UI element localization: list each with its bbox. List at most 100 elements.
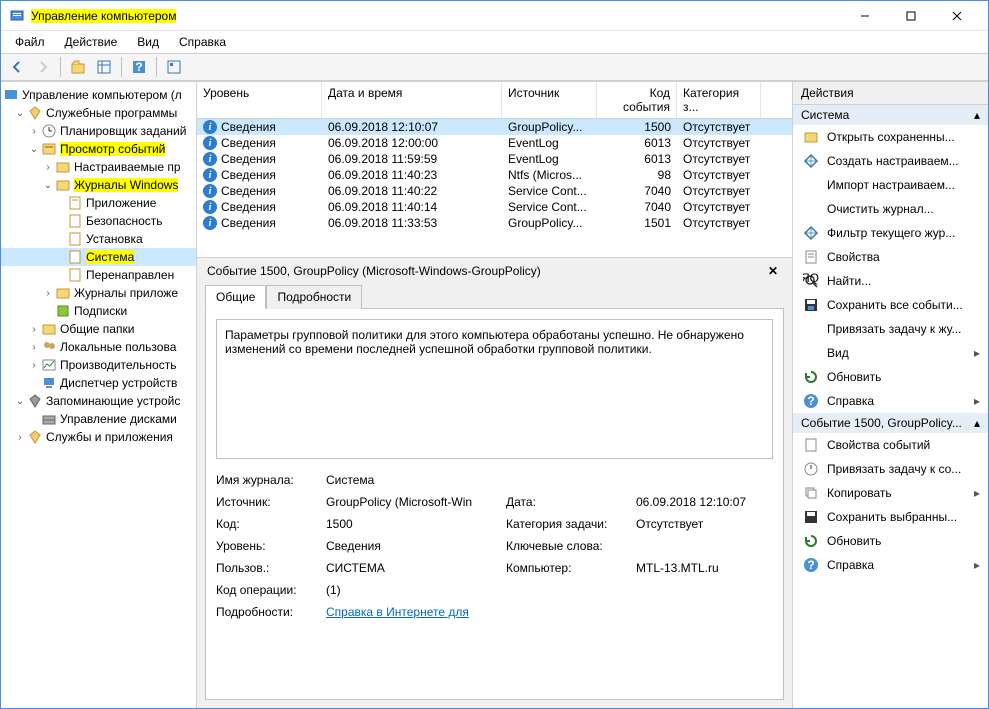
- action-item[interactable]: Привязать задачу к со...: [793, 457, 988, 481]
- table-row[interactable]: iСведения 06.09.2018 11:59:59 EventLog 6…: [197, 151, 792, 167]
- action-icon: [803, 509, 819, 525]
- tree-applogs[interactable]: ›Журналы приложе: [1, 284, 196, 302]
- actions-section-event[interactable]: Событие 1500, GroupPolicy...▴: [793, 413, 988, 433]
- help-link[interactable]: Справка в Интернете для: [326, 605, 469, 619]
- tree-storage[interactable]: ⌄Запоминающие устройс: [1, 392, 196, 410]
- menu-help[interactable]: Справка: [171, 33, 234, 51]
- up-button[interactable]: [66, 55, 90, 79]
- action-item[interactable]: ЯQНайти...: [793, 269, 988, 293]
- header-source[interactable]: Источник: [502, 82, 597, 118]
- action-item[interactable]: Свойства: [793, 245, 988, 269]
- menu-view[interactable]: Вид: [129, 33, 167, 51]
- tree-label: Безопасность: [86, 214, 163, 228]
- chevron-right-icon: ▸: [974, 394, 980, 408]
- action-icon: [803, 485, 819, 501]
- tree-label: Просмотр событий: [60, 142, 165, 156]
- tree-forwarded[interactable]: Перенаправлен: [1, 266, 196, 284]
- tree-scheduler[interactable]: ›Планировщик заданий: [1, 122, 196, 140]
- tree-eventviewer[interactable]: ⌄Просмотр событий: [1, 140, 196, 158]
- tree-label: Службы и приложения: [46, 430, 173, 444]
- action-item[interactable]: Сохранить выбранны...: [793, 505, 988, 529]
- tree-perf[interactable]: ›Производительность: [1, 356, 196, 374]
- action-item[interactable]: ?Справка▸: [793, 553, 988, 577]
- tree-app[interactable]: Приложение: [1, 194, 196, 212]
- detail-panel: Событие 1500, GroupPolicy (Microsoft-Win…: [197, 257, 792, 708]
- table-row[interactable]: iСведения 06.09.2018 12:10:07 GroupPolic…: [197, 119, 792, 135]
- forward-button[interactable]: [31, 55, 55, 79]
- view-button[interactable]: [92, 55, 116, 79]
- header-level[interactable]: Уровень: [197, 82, 322, 118]
- action-icon: [803, 437, 819, 453]
- minimize-button[interactable]: [842, 1, 888, 31]
- action-item[interactable]: Импорт настраиваем...: [793, 173, 988, 197]
- action-item[interactable]: Очистить журнал...: [793, 197, 988, 221]
- extra-button[interactable]: [162, 55, 186, 79]
- collapse-icon: ▴: [974, 108, 980, 122]
- action-label: Очистить журнал...: [827, 202, 934, 216]
- action-item[interactable]: Открыть сохраненны...: [793, 125, 988, 149]
- tree-localusers[interactable]: ›Локальные пользова: [1, 338, 196, 356]
- tree-security[interactable]: Безопасность: [1, 212, 196, 230]
- action-item[interactable]: Копировать▸: [793, 481, 988, 505]
- table-row[interactable]: iСведения 06.09.2018 12:00:00 EventLog 6…: [197, 135, 792, 151]
- action-label: Найти...: [827, 274, 871, 288]
- table-row[interactable]: iСведения 06.09.2018 11:40:14 Service Co…: [197, 199, 792, 215]
- menubar: Файл Действие Вид Справка: [1, 31, 988, 53]
- header-category[interactable]: Категория з...: [677, 82, 761, 118]
- tree-shared[interactable]: ›Общие папки: [1, 320, 196, 338]
- tab-general[interactable]: Общие: [205, 285, 266, 309]
- table-row[interactable]: iСведения 06.09.2018 11:40:22 Service Co…: [197, 183, 792, 199]
- header-date[interactable]: Дата и время: [322, 82, 502, 118]
- table-row[interactable]: iСведения 06.09.2018 11:33:53 GroupPolic…: [197, 215, 792, 231]
- tree-devmgr[interactable]: Диспетчер устройств: [1, 374, 196, 392]
- action-item[interactable]: Создать настраиваем...: [793, 149, 988, 173]
- tab-details[interactable]: Подробности: [266, 285, 362, 309]
- action-icon: [803, 225, 819, 241]
- action-item[interactable]: Вид▸: [793, 341, 988, 365]
- tree-label: Производительность: [60, 358, 176, 372]
- back-button[interactable]: [5, 55, 29, 79]
- action-icon: [803, 177, 819, 193]
- grid-header: Уровень Дата и время Источник Код событи…: [197, 82, 792, 119]
- action-item[interactable]: ?Справка▸: [793, 389, 988, 413]
- action-item[interactable]: Сохранить все событи...: [793, 293, 988, 317]
- action-item[interactable]: Обновить: [793, 529, 988, 553]
- detail-close-button[interactable]: ✕: [764, 264, 782, 278]
- tree-system[interactable]: Система: [1, 248, 196, 266]
- action-item[interactable]: Фильтр текущего жур...: [793, 221, 988, 245]
- tree-tools[interactable]: ⌄Служебные программы: [1, 104, 196, 122]
- info-icon: i: [203, 184, 217, 198]
- tree-customviews[interactable]: ›Настраиваемые пр: [1, 158, 196, 176]
- action-icon: [803, 201, 819, 217]
- tree-panel[interactable]: Управление компьютером (л ⌄Служебные про…: [1, 82, 197, 708]
- action-icon: [803, 533, 819, 549]
- header-id[interactable]: Код события: [597, 82, 677, 118]
- tree-setup[interactable]: Установка: [1, 230, 196, 248]
- tree-subs[interactable]: Подписки: [1, 302, 196, 320]
- val-computer: MTL-13.MTL.ru: [636, 561, 773, 575]
- lbl-logname: Имя журнала:: [216, 473, 316, 487]
- lbl-date: Дата:: [506, 495, 626, 509]
- tree-label: Запоминающие устройс: [46, 394, 180, 408]
- tree-winlogs[interactable]: ⌄Журналы Windows: [1, 176, 196, 194]
- action-icon: [803, 369, 819, 385]
- action-label: Справка: [827, 558, 874, 572]
- tree-services[interactable]: ›Службы и приложения: [1, 428, 196, 446]
- help-button[interactable]: ?: [127, 55, 151, 79]
- action-item[interactable]: Свойства событий: [793, 433, 988, 457]
- action-item[interactable]: Обновить: [793, 365, 988, 389]
- tree-root[interactable]: Управление компьютером (л: [1, 86, 196, 104]
- grid-body[interactable]: iСведения 06.09.2018 12:10:07 GroupPolic…: [197, 119, 792, 257]
- tree-diskmgr[interactable]: Управление дисками: [1, 410, 196, 428]
- action-icon: ?: [803, 393, 819, 409]
- maximize-button[interactable]: [888, 1, 934, 31]
- menu-file[interactable]: Файл: [7, 33, 53, 51]
- menu-action[interactable]: Действие: [57, 33, 126, 51]
- actions-section-system[interactable]: Система▴: [793, 105, 988, 125]
- window-title: Управление компьютером: [31, 9, 176, 23]
- tree-label: Система: [86, 250, 134, 264]
- table-row[interactable]: iСведения 06.09.2018 11:40:23 Ntfs (Micr…: [197, 167, 792, 183]
- action-item[interactable]: Привязать задачу к жу...: [793, 317, 988, 341]
- tree-label: Приложение: [86, 196, 156, 210]
- close-button[interactable]: [934, 1, 980, 31]
